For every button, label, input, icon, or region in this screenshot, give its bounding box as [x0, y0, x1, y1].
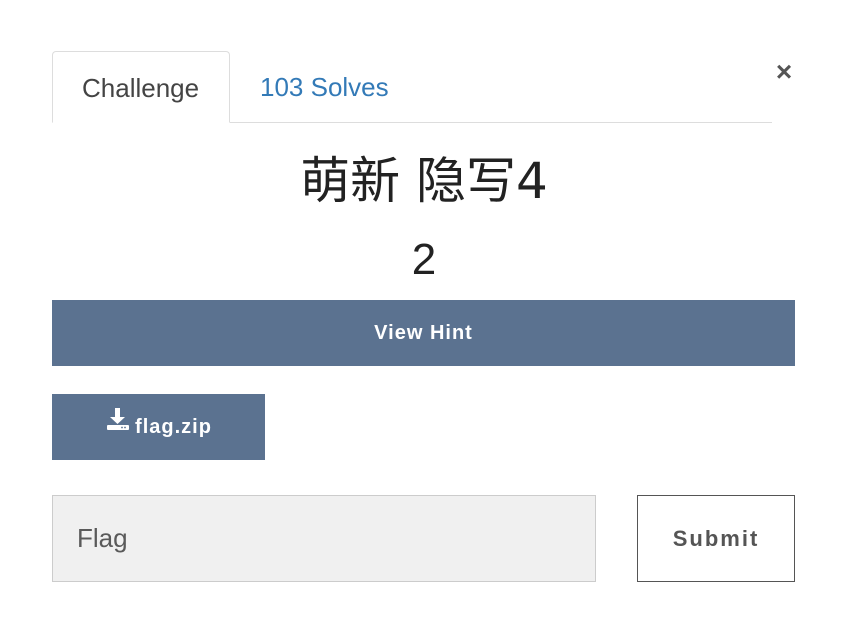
file-name: flag.zip: [135, 416, 212, 438]
submit-button[interactable]: Submit: [637, 495, 795, 582]
close-icon[interactable]: ×: [770, 56, 798, 88]
tab-solves[interactable]: 103 Solves: [234, 51, 415, 122]
view-hint-button[interactable]: View Hint: [52, 300, 795, 366]
file-download-button[interactable]: flag.zip: [52, 394, 265, 460]
challenge-name: 萌新 隐写4: [300, 152, 548, 210]
download-icon: [105, 392, 131, 458]
flag-input[interactable]: [52, 495, 596, 582]
challenge-modal: × Challenge 103 Solves 萌新 隐写4 2 View Hin…: [0, 0, 848, 643]
tab-bar: Challenge 103 Solves: [52, 51, 772, 123]
tab-challenge[interactable]: Challenge: [52, 51, 230, 123]
challenge-points: 2: [411, 235, 437, 284]
